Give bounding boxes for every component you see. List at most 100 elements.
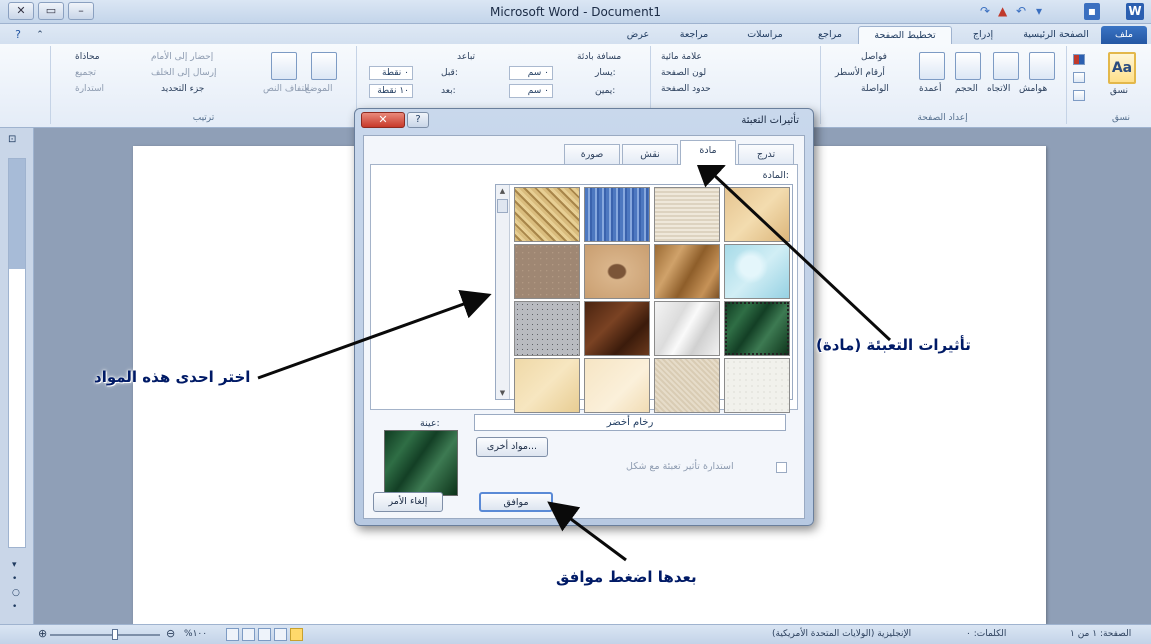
themes-icon[interactable]: Aa [1108, 52, 1136, 84]
tab-view[interactable]: عرض [616, 26, 660, 44]
dialog-help-button[interactable]: ? [407, 112, 429, 128]
scroll-down-icon[interactable]: ▼ [496, 389, 509, 397]
selection-pane-button[interactable]: جزء التحديد [161, 84, 204, 94]
texture-tile[interactable] [514, 244, 580, 299]
orientation-label[interactable]: الاتجاه [987, 84, 1010, 94]
tab-page-layout[interactable]: تخطيط الصفحة [858, 26, 952, 44]
texture-tile[interactable] [654, 301, 720, 356]
customize-qat-icon[interactable]: ▾ [1036, 3, 1042, 20]
view-draft-button[interactable] [226, 628, 239, 641]
cancel-button[interactable]: إلغاء الأمر [373, 492, 443, 512]
size-icon[interactable] [955, 52, 981, 80]
texture-tile[interactable] [514, 187, 580, 242]
ok-button[interactable]: موافق [479, 492, 553, 512]
texture-tile[interactable] [514, 358, 580, 413]
spacing-after-input[interactable]: ١٠ نقطة [369, 84, 413, 98]
minimize-ribbon-icon[interactable]: ⌃ [32, 26, 48, 44]
margins-icon[interactable] [1029, 52, 1055, 80]
undo-icon[interactable]: ↶ [1016, 3, 1026, 20]
themes-label[interactable]: نسق [1110, 86, 1128, 96]
texture-tile[interactable] [724, 244, 790, 299]
page-borders-button[interactable]: حدود الصفحة [661, 84, 711, 94]
ruler-toggle-icon[interactable]: ⊡ [8, 134, 16, 145]
redo-icon[interactable]: ↷ [980, 3, 990, 20]
zoom-in-icon[interactable]: ⊕ [38, 627, 47, 640]
line-numbers-button[interactable]: أرقام الأسطر [835, 68, 885, 78]
bring-forward-button[interactable]: إحضار إلى الأمام [151, 52, 213, 62]
save-icon[interactable]: ▪ [1084, 3, 1100, 20]
columns-icon[interactable] [919, 52, 945, 80]
position-icon[interactable] [311, 52, 337, 80]
view-outline-button[interactable] [242, 628, 255, 641]
texture-tile[interactable] [724, 187, 790, 242]
texture-tile[interactable] [584, 244, 650, 299]
ruler-track [8, 158, 26, 548]
tab-pattern[interactable]: نقش [622, 144, 678, 164]
group-themes-label: نسق [1111, 113, 1131, 123]
tab-home[interactable]: الصفحة الرئيسية [1014, 26, 1098, 44]
page-color-button[interactable]: لون الصفحة [661, 68, 706, 78]
wrap-text-label[interactable]: التفاف النص [263, 84, 309, 94]
dialog-close-button[interactable]: ✕ [361, 112, 405, 128]
theme-colors-icon[interactable] [1073, 54, 1085, 65]
zoom-out-icon[interactable]: ⊖ [166, 627, 175, 640]
wrap-text-icon[interactable] [271, 52, 297, 80]
send-backward-button[interactable]: إرسال إلى الخلف [151, 68, 216, 78]
annotation-choose-material: اختر احدى هذه المواد [94, 368, 251, 386]
browse-object-icons[interactable]: ▾ • ○ • [12, 558, 20, 614]
tab-references[interactable]: مراجع [806, 26, 854, 44]
tab-file[interactable]: ملف [1101, 26, 1147, 44]
texture-scrollbar[interactable]: ▲ ▼ [496, 185, 510, 399]
view-web-button[interactable] [258, 628, 271, 641]
texture-tile[interactable] [724, 301, 790, 356]
tab-mailings[interactable]: مراسلات [730, 26, 800, 44]
columns-label[interactable]: أعمدة [919, 84, 942, 94]
font-color-icon[interactable]: ▲ [998, 3, 1007, 20]
texture-tile[interactable] [654, 244, 720, 299]
tab-insert[interactable]: إدراج [958, 26, 1008, 44]
texture-tile[interactable] [584, 301, 650, 356]
scroll-thumb[interactable] [497, 199, 508, 213]
group-button[interactable]: تجميع [75, 68, 96, 78]
zoom-slider[interactable] [50, 634, 160, 636]
align-button[interactable]: محاذاة [75, 52, 100, 62]
view-reading-button[interactable] [274, 628, 287, 641]
indent-right-input[interactable]: ٠ سم [509, 84, 553, 98]
help-icon[interactable]: ? [6, 26, 30, 44]
margins-label[interactable]: هوامش [1019, 84, 1047, 94]
more-textures-button[interactable]: مواد أخرى... [476, 437, 548, 457]
view-print-layout-button[interactable] [290, 628, 303, 641]
rotate-with-shape-label: استدارة تأثير تعبئة مع شكل [626, 461, 734, 472]
texture-grid: ▲ ▼ [495, 184, 793, 413]
spacing-before-input[interactable]: ٠ نقطة [369, 66, 413, 80]
texture-tile[interactable] [724, 358, 790, 413]
texture-tile[interactable] [514, 301, 580, 356]
indent-left-input[interactable]: ٠ سم [509, 66, 553, 80]
tab-review[interactable]: مراجعة [664, 26, 724, 44]
orientation-icon[interactable] [993, 52, 1019, 80]
theme-fonts-icon[interactable] [1073, 72, 1085, 83]
breaks-button[interactable]: فواصل [861, 52, 887, 62]
word-count-status[interactable]: الكلمات: ٠ [966, 629, 1006, 639]
texture-tile[interactable] [654, 358, 720, 413]
rotate-button[interactable]: استدارة [75, 84, 104, 94]
hyphenation-button[interactable]: الواصلة [861, 84, 889, 94]
size-label[interactable]: الحجم [955, 84, 978, 94]
language-status[interactable]: الإنجليزية (الولايات المتحدة الأمريكية) [772, 629, 911, 639]
page-number-status[interactable]: الصفحة: ١ من ١ [1070, 629, 1131, 639]
zoom-slider-knob[interactable] [112, 629, 118, 640]
zoom-level[interactable]: %١٠٠ [184, 629, 207, 639]
watermark-button[interactable]: علامة مائية [661, 52, 702, 62]
texture-tile[interactable] [584, 187, 650, 242]
indent-left-label: يسار: [595, 68, 616, 78]
texture-tile[interactable] [584, 358, 650, 413]
window-title: Microsoft Word - Document1 [489, 5, 662, 19]
group-page-setup-label: إعداد الصفحة [917, 113, 968, 123]
tab-texture[interactable]: مادة [680, 140, 736, 165]
tab-gradient[interactable]: تدرج [738, 144, 794, 164]
theme-effects-icon[interactable] [1073, 90, 1085, 101]
rotate-with-shape-checkbox[interactable] [776, 462, 787, 473]
texture-tile[interactable] [654, 187, 720, 242]
tab-picture[interactable]: صورة [564, 144, 620, 164]
scroll-up-icon[interactable]: ▲ [496, 187, 509, 195]
